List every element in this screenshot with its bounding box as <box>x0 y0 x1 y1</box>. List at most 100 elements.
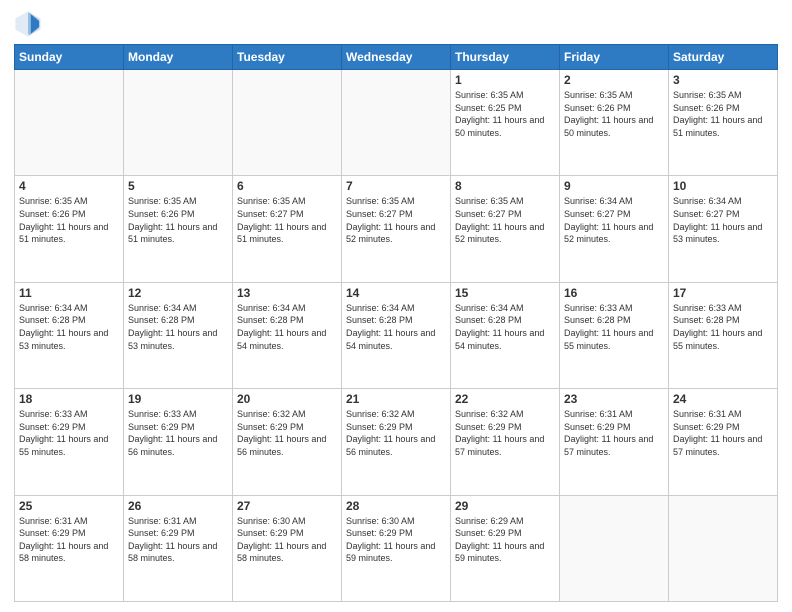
day-number: 19 <box>128 392 228 406</box>
day-info: Sunrise: 6:33 AM Sunset: 6:29 PM Dayligh… <box>19 408 119 458</box>
day-cell: 9Sunrise: 6:34 AM Sunset: 6:27 PM Daylig… <box>560 176 669 282</box>
header-row: SundayMondayTuesdayWednesdayThursdayFrid… <box>15 45 778 70</box>
calendar-header: SundayMondayTuesdayWednesdayThursdayFrid… <box>15 45 778 70</box>
day-info: Sunrise: 6:35 AM Sunset: 6:26 PM Dayligh… <box>19 195 119 245</box>
day-number: 26 <box>128 499 228 513</box>
day-info: Sunrise: 6:31 AM Sunset: 6:29 PM Dayligh… <box>673 408 773 458</box>
day-cell: 21 Sunrise: 6:32 AM Sunset: 6:29 PM Dayli… <box>342 389 451 495</box>
day-cell: 25 Sunrise: 6:31 AM Sunset: 6:29 PM Dayli… <box>15 495 124 601</box>
day-number: 23 <box>564 392 664 406</box>
day-cell: 3Sunrise: 6:35 AM Sunset: 6:26 PM Daylig… <box>669 70 778 176</box>
day-number: 24 <box>673 392 773 406</box>
logo <box>14 10 46 38</box>
calendar-table: SundayMondayTuesdayWednesdayThursdayFrid… <box>14 44 778 602</box>
day-number: 12 <box>128 286 228 300</box>
day-cell: 13 Sunrise: 6:34 AM Sunset: 6:28 PM Dayli… <box>233 282 342 388</box>
day-cell <box>124 70 233 176</box>
day-info: Sunrise: 6:32 AM Sunset: 6:29 PM Dayligh… <box>237 408 337 458</box>
day-cell: 24 Sunrise: 6:31 AM Sunset: 6:29 PM Dayli… <box>669 389 778 495</box>
day-number: 10 <box>673 179 773 193</box>
logo-icon <box>14 10 42 38</box>
day-info: Sunrise: 6:32 AM Sunset: 6:29 PM Dayligh… <box>455 408 555 458</box>
day-number: 7 <box>346 179 446 193</box>
day-info: Sunrise: 6:34 AM Sunset: 6:28 PM Dayligh… <box>237 302 337 352</box>
day-cell: 11 Sunrise: 6:34 AM Sunset: 6:28 PM Dayli… <box>15 282 124 388</box>
calendar-body: 1 Sunrise: 6:35 AM Sunset: 6:25 PM Daylig… <box>15 70 778 602</box>
day-header-sunday: Sunday <box>15 45 124 70</box>
day-cell <box>669 495 778 601</box>
day-info: Sunrise: 6:30 AM Sunset: 6:29 PM Dayligh… <box>237 515 337 565</box>
day-cell: 15 Sunrise: 6:34 AM Sunset: 6:28 PM Dayli… <box>451 282 560 388</box>
day-cell: 14 Sunrise: 6:34 AM Sunset: 6:28 PM Dayli… <box>342 282 451 388</box>
day-header-tuesday: Tuesday <box>233 45 342 70</box>
day-info: Sunrise: 6:35 AM Sunset: 6:27 PM Dayligh… <box>237 195 337 245</box>
day-info: Sunrise: 6:31 AM Sunset: 6:29 PM Dayligh… <box>564 408 664 458</box>
page: SundayMondayTuesdayWednesdayThursdayFrid… <box>0 0 792 612</box>
day-cell <box>15 70 124 176</box>
day-cell: 20Sunrise: 6:32 AM Sunset: 6:29 PM Dayli… <box>233 389 342 495</box>
day-header-monday: Monday <box>124 45 233 70</box>
day-cell: 12 Sunrise: 6:34 AM Sunset: 6:28 PM Dayli… <box>124 282 233 388</box>
day-number: 14 <box>346 286 446 300</box>
day-info: Sunrise: 6:31 AM Sunset: 6:29 PM Dayligh… <box>19 515 119 565</box>
day-cell: 10Sunrise: 6:34 AM Sunset: 6:27 PM Dayli… <box>669 176 778 282</box>
day-cell <box>233 70 342 176</box>
day-number: 28 <box>346 499 446 513</box>
day-number: 21 <box>346 392 446 406</box>
week-row-1: 1 Sunrise: 6:35 AM Sunset: 6:25 PM Daylig… <box>15 70 778 176</box>
week-row-4: 18 Sunrise: 6:33 AM Sunset: 6:29 PM Dayli… <box>15 389 778 495</box>
day-info: Sunrise: 6:34 AM Sunset: 6:28 PM Dayligh… <box>346 302 446 352</box>
day-header-wednesday: Wednesday <box>342 45 451 70</box>
day-info: Sunrise: 6:34 AM Sunset: 6:28 PM Dayligh… <box>455 302 555 352</box>
day-info: Sunrise: 6:30 AM Sunset: 6:29 PM Dayligh… <box>346 515 446 565</box>
week-row-5: 25 Sunrise: 6:31 AM Sunset: 6:29 PM Dayli… <box>15 495 778 601</box>
day-cell: 7 Sunrise: 6:35 AM Sunset: 6:27 PM Daylig… <box>342 176 451 282</box>
day-number: 27 <box>237 499 337 513</box>
day-cell: 26 Sunrise: 6:31 AM Sunset: 6:29 PM Dayli… <box>124 495 233 601</box>
day-cell: 17 Sunrise: 6:33 AM Sunset: 6:28 PM Dayli… <box>669 282 778 388</box>
day-info: Sunrise: 6:34 AM Sunset: 6:27 PM Dayligh… <box>564 195 664 245</box>
day-cell: 1 Sunrise: 6:35 AM Sunset: 6:25 PM Daylig… <box>451 70 560 176</box>
day-cell: 2 Sunrise: 6:35 AM Sunset: 6:26 PM Daylig… <box>560 70 669 176</box>
day-info: Sunrise: 6:34 AM Sunset: 6:28 PM Dayligh… <box>128 302 228 352</box>
day-info: Sunrise: 6:35 AM Sunset: 6:26 PM Dayligh… <box>564 89 664 139</box>
day-cell: 22Sunrise: 6:32 AM Sunset: 6:29 PM Dayli… <box>451 389 560 495</box>
day-number: 6 <box>237 179 337 193</box>
day-number: 18 <box>19 392 119 406</box>
day-number: 11 <box>19 286 119 300</box>
day-cell: 6 Sunrise: 6:35 AM Sunset: 6:27 PM Daylig… <box>233 176 342 282</box>
day-header-saturday: Saturday <box>669 45 778 70</box>
day-info: Sunrise: 6:34 AM Sunset: 6:28 PM Dayligh… <box>19 302 119 352</box>
day-header-friday: Friday <box>560 45 669 70</box>
day-cell: 27 Sunrise: 6:30 AM Sunset: 6:29 PM Dayli… <box>233 495 342 601</box>
day-number: 25 <box>19 499 119 513</box>
day-number: 16 <box>564 286 664 300</box>
day-cell: 18 Sunrise: 6:33 AM Sunset: 6:29 PM Dayli… <box>15 389 124 495</box>
day-cell: 5 Sunrise: 6:35 AM Sunset: 6:26 PM Daylig… <box>124 176 233 282</box>
day-info: Sunrise: 6:32 AM Sunset: 6:29 PM Dayligh… <box>346 408 446 458</box>
day-number: 15 <box>455 286 555 300</box>
day-number: 3 <box>673 73 773 87</box>
header <box>14 10 778 38</box>
day-info: Sunrise: 6:35 AM Sunset: 6:25 PM Dayligh… <box>455 89 555 139</box>
day-number: 13 <box>237 286 337 300</box>
day-info: Sunrise: 6:31 AM Sunset: 6:29 PM Dayligh… <box>128 515 228 565</box>
day-number: 4 <box>19 179 119 193</box>
day-number: 8 <box>455 179 555 193</box>
day-number: 1 <box>455 73 555 87</box>
day-number: 5 <box>128 179 228 193</box>
day-cell <box>342 70 451 176</box>
day-number: 2 <box>564 73 664 87</box>
day-info: Sunrise: 6:33 AM Sunset: 6:29 PM Dayligh… <box>128 408 228 458</box>
day-cell: 8 Sunrise: 6:35 AM Sunset: 6:27 PM Daylig… <box>451 176 560 282</box>
day-info: Sunrise: 6:29 AM Sunset: 6:29 PM Dayligh… <box>455 515 555 565</box>
day-number: 29 <box>455 499 555 513</box>
day-cell: 28 Sunrise: 6:30 AM Sunset: 6:29 PM Dayli… <box>342 495 451 601</box>
day-cell: 16Sunrise: 6:33 AM Sunset: 6:28 PM Dayli… <box>560 282 669 388</box>
day-number: 17 <box>673 286 773 300</box>
day-info: Sunrise: 6:33 AM Sunset: 6:28 PM Dayligh… <box>673 302 773 352</box>
day-info: Sunrise: 6:35 AM Sunset: 6:26 PM Dayligh… <box>128 195 228 245</box>
day-cell: 23 Sunrise: 6:31 AM Sunset: 6:29 PM Dayli… <box>560 389 669 495</box>
day-info: Sunrise: 6:35 AM Sunset: 6:27 PM Dayligh… <box>346 195 446 245</box>
day-info: Sunrise: 6:35 AM Sunset: 6:27 PM Dayligh… <box>455 195 555 245</box>
